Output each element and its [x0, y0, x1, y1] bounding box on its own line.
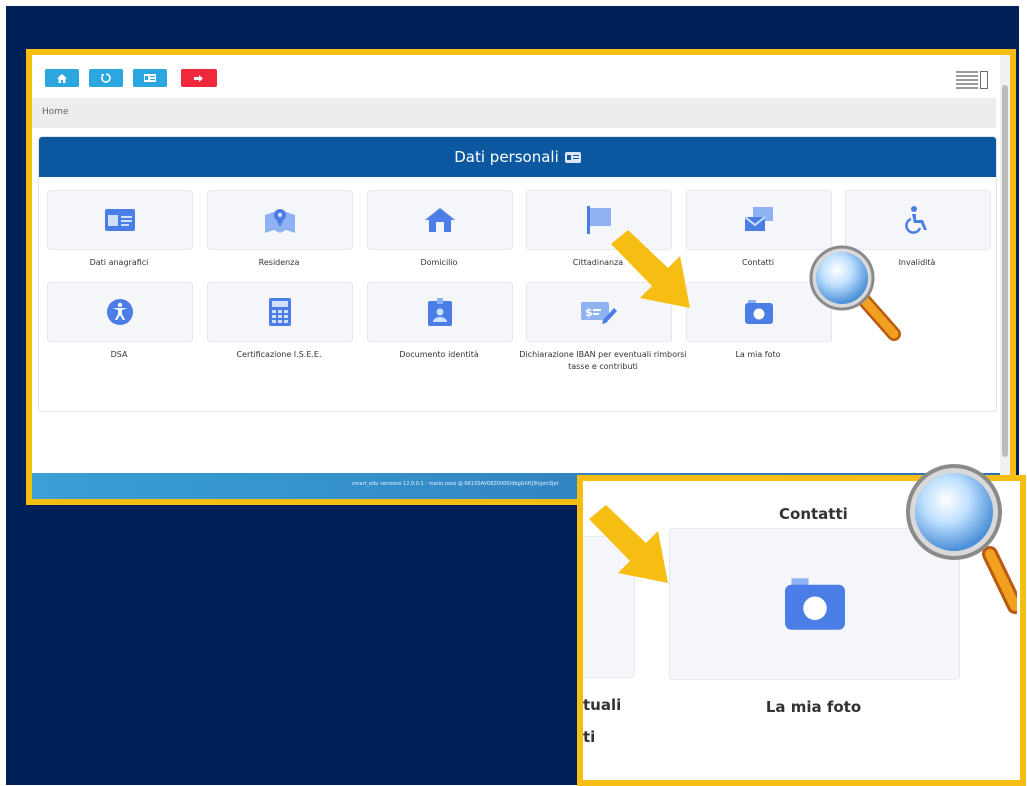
magnifier-icon: [809, 245, 901, 341]
zoom-la-mia-foto-label: La mia foto: [765, 698, 862, 716]
calculator-icon: [269, 298, 291, 326]
wheelchair-icon: [905, 206, 927, 234]
zoom-partial-text: tuali: [583, 696, 622, 714]
section-header: Dati personali: [39, 137, 996, 177]
history-icon: [101, 73, 111, 83]
accessibility-icon: [107, 299, 133, 325]
tile-domicilio[interactable]: [367, 190, 513, 250]
id-card-icon: [564, 151, 581, 163]
tile-label: Domicilio: [420, 258, 458, 267]
tile-invalidita[interactable]: [845, 190, 991, 250]
id-card-icon: [144, 74, 156, 82]
tile-label: DSA: [110, 350, 128, 359]
tile-label: Documento identità: [399, 350, 479, 359]
tile-dsa[interactable]: [47, 282, 193, 342]
map-marker-icon: [265, 209, 295, 233]
zoom-partial-text: ti: [583, 728, 596, 746]
home-icon: [57, 73, 67, 83]
logout-button[interactable]: [181, 69, 217, 87]
envelope-icon: [744, 207, 773, 231]
section-title: Dati personali: [454, 148, 559, 166]
tile-label: Dati anagrafici: [89, 258, 149, 267]
home-button[interactable]: [45, 69, 79, 87]
tile-label: Residenza: [258, 258, 300, 267]
scrollbar[interactable]: [1000, 55, 1010, 499]
tile-label: La mia foto: [735, 350, 781, 359]
id-card-icon: [105, 209, 135, 231]
magnifier-icon: [906, 464, 1017, 614]
institution-logo: [956, 69, 990, 89]
tile-dati-anagrafici[interactable]: [47, 190, 193, 250]
tile-label: Dichiarazione IBAN per eventuali rimbors…: [519, 350, 687, 371]
arrow-pointer-icon: [589, 505, 668, 583]
tile-documento-identita[interactable]: [367, 282, 513, 342]
history-button[interactable]: [89, 69, 123, 87]
tile-residenza[interactable]: [207, 190, 353, 250]
tutorial-canvas: Home Dati personali Dati anagrafici Resi…: [6, 6, 1026, 786]
breadcrumb: Home: [32, 98, 996, 128]
id-card-button[interactable]: [133, 69, 167, 87]
arrow-pointer-icon: [611, 230, 690, 308]
camera-icon: [745, 300, 773, 324]
tile-isee[interactable]: [207, 282, 353, 342]
logout-icon: [194, 74, 203, 82]
top-toolbar: [32, 55, 1010, 98]
breadcrumb-home[interactable]: Home: [42, 107, 69, 117]
house-icon: [425, 208, 455, 232]
scroll-thumb[interactable]: [1002, 85, 1008, 457]
footer-version: smart_edu versione 12.0.0.1 - mario.ross…: [352, 481, 559, 487]
svg-text:$: $: [585, 306, 593, 319]
badge-icon: [428, 298, 452, 326]
camera-icon: [784, 578, 845, 630]
zoom-contatti-label: Contatti: [779, 505, 848, 523]
tile-label: Certificazione I.S.E.E.: [236, 350, 322, 359]
